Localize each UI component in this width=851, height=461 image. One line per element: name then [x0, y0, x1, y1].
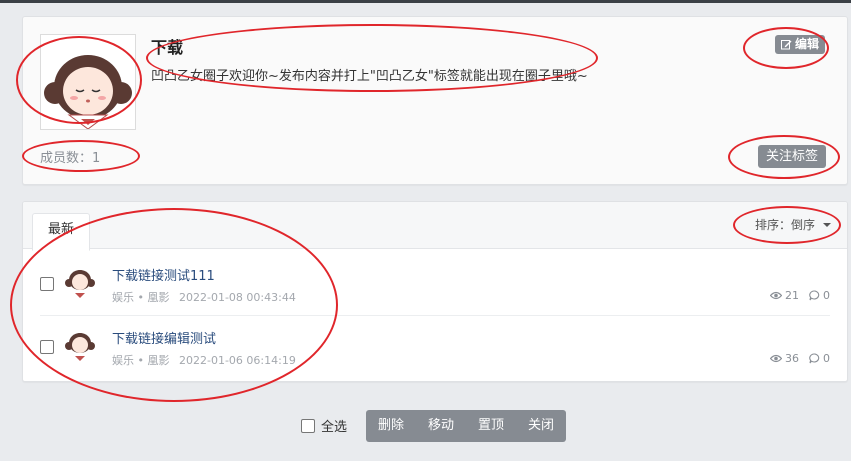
tab-latest[interactable]: 最新 [32, 213, 90, 251]
anime-girl-avatar-image [41, 35, 135, 129]
view-count: 21 [785, 289, 799, 302]
post-list-card: 最新 排序：倒序 下载链接测试111 娱乐 • 凰影 2022-01-08 00… [22, 201, 848, 382]
delete-button[interactable]: 删除 [366, 410, 416, 442]
circle-title: 下载 [151, 38, 184, 57]
eye-icon [770, 291, 782, 300]
post-date: 2022-01-06 06:14:19 [179, 354, 296, 367]
moderation-button-group: 删除 移动 置顶 关闭 [366, 410, 567, 442]
comment-icon [809, 353, 820, 364]
top-bar [0, 0, 851, 3]
post-row: 下载链接测试111 娱乐 • 凰影 2022-01-08 00:43:44 21… [23, 248, 847, 310]
circle-avatar [40, 34, 136, 130]
move-button[interactable]: 移动 [416, 410, 466, 442]
meta-separator: • [137, 354, 148, 367]
sort-dropdown[interactable]: 排序：倒序 [755, 216, 831, 233]
post-category[interactable]: 娱乐 [112, 291, 134, 304]
circle-header-card: 下载 凹凸乙女圈子欢迎你~发布内容并打上"凹凸乙女"标签就能出现在圈子里哦~ 编… [22, 16, 848, 185]
post-meta: 娱乐 • 凰影 2022-01-06 06:14:19 [112, 352, 296, 368]
member-count: 成员数：1 [40, 151, 101, 166]
comment-count: 0 [823, 352, 830, 365]
post-category[interactable]: 娱乐 [112, 354, 134, 367]
post-select-checkbox[interactable] [40, 340, 54, 354]
post-title-link[interactable]: 下载链接测试111 [112, 265, 215, 284]
post-author[interactable]: 凰影 [148, 291, 170, 304]
post-row: 下载链接编辑测试 娱乐 • 凰影 2022-01-06 06:14:19 36 … [23, 316, 847, 378]
post-select-checkbox[interactable] [40, 277, 54, 291]
tab-bar: 最新 排序：倒序 [23, 202, 847, 251]
post-stats: 36 0 [770, 352, 830, 365]
select-all-label: 全选 [321, 420, 348, 435]
sort-label: 排序：倒序 [754, 218, 815, 232]
post-title-link[interactable]: 下载链接编辑测试 [112, 328, 216, 347]
post-stats: 21 0 [770, 289, 830, 302]
author-avatar [65, 270, 95, 298]
close-button[interactable]: 关闭 [516, 410, 566, 442]
select-all-control[interactable]: 全选 [301, 416, 347, 435]
eye-icon [770, 354, 782, 363]
author-avatar [65, 333, 95, 361]
caret-down-icon [823, 222, 831, 227]
edit-icon [781, 40, 792, 50]
comment-count: 0 [823, 289, 830, 302]
post-meta: 娱乐 • 凰影 2022-01-08 00:43:44 [112, 289, 296, 305]
edit-button-label: 编辑 [795, 37, 820, 51]
edit-button[interactable]: 编辑 [775, 35, 826, 54]
comment-icon [809, 290, 820, 301]
pin-button[interactable]: 置顶 [466, 410, 516, 442]
post-author[interactable]: 凰影 [148, 354, 170, 367]
meta-separator: • [137, 291, 148, 304]
circle-description: 凹凸乙女圈子欢迎你~发布内容并打上"凹凸乙女"标签就能出现在圈子里哦~ [151, 69, 588, 84]
select-all-checkbox[interactable] [301, 418, 315, 433]
post-date: 2022-01-08 00:43:44 [179, 291, 296, 304]
view-count: 36 [785, 352, 799, 365]
follow-tag-button[interactable]: 关注标签 [758, 145, 827, 168]
